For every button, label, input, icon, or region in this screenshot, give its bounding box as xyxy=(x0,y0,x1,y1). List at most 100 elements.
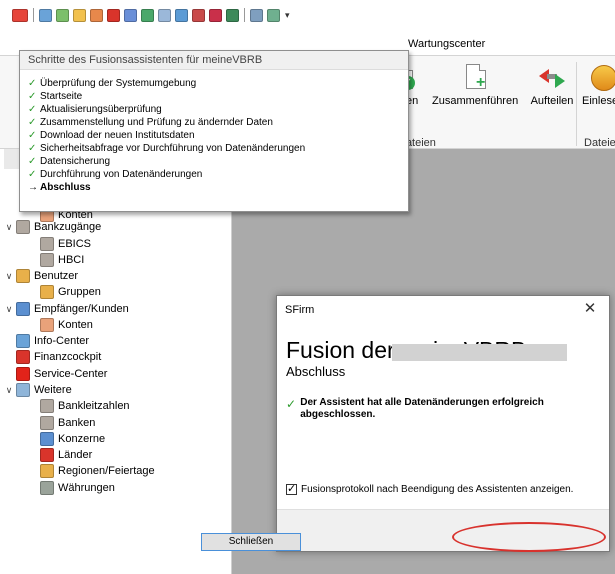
bank-icon xyxy=(16,220,30,234)
accounts-icon xyxy=(40,318,54,332)
chevron-down-icon[interactable]: ∨ xyxy=(4,271,14,282)
address-book-icon xyxy=(16,302,30,316)
table-icon[interactable] xyxy=(141,8,154,22)
tree-item-konten-2[interactable]: Konten xyxy=(40,317,93,333)
tab-wartungscenter[interactable]: Wartungscenter xyxy=(408,38,485,50)
tree-item-label: Währungen xyxy=(58,482,115,494)
protocol-checkbox[interactable] xyxy=(286,482,297,495)
assistant-steps-popup: Schritte des Fusionsassistenten für mein… xyxy=(19,50,409,212)
step-item: ✓ Startseite xyxy=(28,91,83,102)
currency-icon xyxy=(40,481,54,495)
company-icon xyxy=(40,432,54,446)
split-arrows-icon xyxy=(537,62,567,92)
palette-icon[interactable] xyxy=(90,8,103,22)
import-icon xyxy=(587,62,615,92)
tree-item-regionen-feiertage[interactable]: Regionen/Feiertage xyxy=(40,463,155,479)
report-icon[interactable] xyxy=(124,8,137,22)
arrow-right-icon: → xyxy=(28,182,38,193)
tree-item-label: Weitere xyxy=(34,384,72,396)
window-icon[interactable] xyxy=(39,8,52,22)
tree-item-konzerne[interactable]: Konzerne xyxy=(40,431,105,447)
redaction-block xyxy=(392,344,567,361)
tree-item-label: Empfänger/Kunden xyxy=(34,303,129,315)
grid-icon[interactable] xyxy=(56,8,69,22)
highlight-ellipse xyxy=(452,522,606,552)
tree-item-empfaenger-kunden[interactable]: ∨ Empfänger/Kunden xyxy=(4,301,129,317)
export-icon[interactable] xyxy=(175,8,188,22)
chevron-down-icon[interactable]: ∨ xyxy=(4,304,14,315)
step-item-current: → Abschluss xyxy=(28,182,91,193)
chevron-down-icon[interactable]: ∨ xyxy=(4,222,14,233)
protocol-checkbox-row[interactable]: Fusionsprotokoll nach Beendigung des Ass… xyxy=(286,482,573,495)
lock-document-icon[interactable] xyxy=(250,8,263,22)
tree-item-label: Länder xyxy=(58,449,93,461)
customize-toolbar-icon[interactable]: ▾ xyxy=(285,10,290,21)
zusammenfuehren-button[interactable]: + Zusammenführen xyxy=(432,62,518,107)
chevron-down-icon[interactable]: ∨ xyxy=(4,385,14,396)
dialog-subheading: Abschluss xyxy=(286,364,346,379)
tree-item-hbci[interactable]: HBCI xyxy=(40,252,84,268)
tree-item-label: Konten xyxy=(58,319,93,331)
success-message-text: Der Assistent hat alle Datenänderungen e… xyxy=(300,397,544,420)
user-icon xyxy=(16,269,30,283)
document-add-icon: + xyxy=(460,62,490,92)
close-icon[interactable]: ✕ xyxy=(577,298,603,320)
success-message: ✓ Der Assistent hat alle Datenänderungen… xyxy=(286,397,586,421)
step-item: ✓ Aktualisierungsüberprüfung xyxy=(28,104,162,115)
calendar-icon[interactable] xyxy=(209,8,222,22)
step-item: ✓ Durchführung von Datenänderungen xyxy=(28,169,203,180)
tree-item-label: Bankzugänge xyxy=(34,221,102,233)
tree-item-gruppen[interactable]: Gruppen xyxy=(40,284,101,300)
tree-item-label: Bankleitzahlen xyxy=(58,400,130,412)
group-icon xyxy=(40,285,54,299)
aufteilen-button[interactable]: Aufteilen xyxy=(526,62,578,107)
einlesen-button[interactable]: Einlesen xyxy=(582,62,615,107)
step-item: ✓ Sicherheitsabfrage vor Durchführung von… xyxy=(28,143,306,154)
checkmark-icon: ✓ xyxy=(28,91,37,102)
list-icon[interactable] xyxy=(226,8,239,22)
import-icon[interactable] xyxy=(192,8,205,22)
tree-item-service-center[interactable]: Service-Center xyxy=(16,366,107,382)
settings-document-icon[interactable] xyxy=(267,8,280,22)
checkmark-icon: ✓ xyxy=(28,130,37,141)
tree-item-label: HBCI xyxy=(58,254,85,266)
checkmark-icon: ✓ xyxy=(28,104,37,115)
ribbon-group-label: Dateien xyxy=(584,137,615,149)
toolbar-separator xyxy=(33,8,34,22)
exchange-icon[interactable] xyxy=(107,8,120,22)
toolbar-separator xyxy=(244,8,245,22)
tree-item-bankzugaenge[interactable]: ∨ Bankzugänge xyxy=(4,219,101,235)
document-add-icon[interactable] xyxy=(73,8,86,22)
schliessen-button[interactable]: Schließen xyxy=(201,533,301,551)
protocol-checkbox-label[interactable]: Fusionsprotokoll nach Beendigung des Ass… xyxy=(301,484,573,495)
tree-item-ebics[interactable]: EBICS xyxy=(40,236,91,252)
tree-item-label: Regionen/Feiertage xyxy=(58,465,155,477)
info-center-icon xyxy=(16,334,30,348)
step-item: ✓ Überprüfung der Systemumgebung xyxy=(28,78,197,89)
tree-item-weitere[interactable]: ∨ Weitere xyxy=(4,382,72,398)
tree-item-laender[interactable]: Länder xyxy=(40,447,92,463)
checkmark-icon: ✓ xyxy=(28,169,37,180)
einlesen-button-label: Einlesen xyxy=(582,95,615,107)
popup-title: Schritte des Fusionsassistenten für mein… xyxy=(20,51,408,70)
aufteilen-button-label: Aufteilen xyxy=(530,95,574,107)
sfirm-logo-icon xyxy=(12,8,28,22)
tree-item-bankleitzahlen[interactable]: Bankleitzahlen xyxy=(40,398,130,414)
tree-item-benutzer[interactable]: ∨ Benutzer xyxy=(4,268,78,284)
bank-icon xyxy=(40,253,54,267)
checkmark-icon: ✓ xyxy=(286,397,297,411)
folder-icon xyxy=(16,383,30,397)
tree-item-banken[interactable]: Banken xyxy=(40,415,95,431)
tree-item-waehrungen[interactable]: Währungen xyxy=(40,480,115,496)
folder-icon[interactable] xyxy=(158,8,171,22)
cockpit-icon xyxy=(16,350,30,364)
tree-item-label: Gruppen xyxy=(58,286,101,298)
tree-item-label: Finanzcockpit xyxy=(34,351,102,363)
tree-item-finanzcockpit[interactable]: Finanzcockpit xyxy=(16,349,101,365)
checkmark-icon: ✓ xyxy=(28,143,37,154)
quick-access-toolbar: ▾ xyxy=(0,0,615,30)
tree-item-label: EBICS xyxy=(58,238,92,250)
tree-item-label: Konzerne xyxy=(58,433,106,445)
tree-item-info-center[interactable]: Info-Center xyxy=(16,333,89,349)
checkmark-icon: ✓ xyxy=(28,117,37,128)
